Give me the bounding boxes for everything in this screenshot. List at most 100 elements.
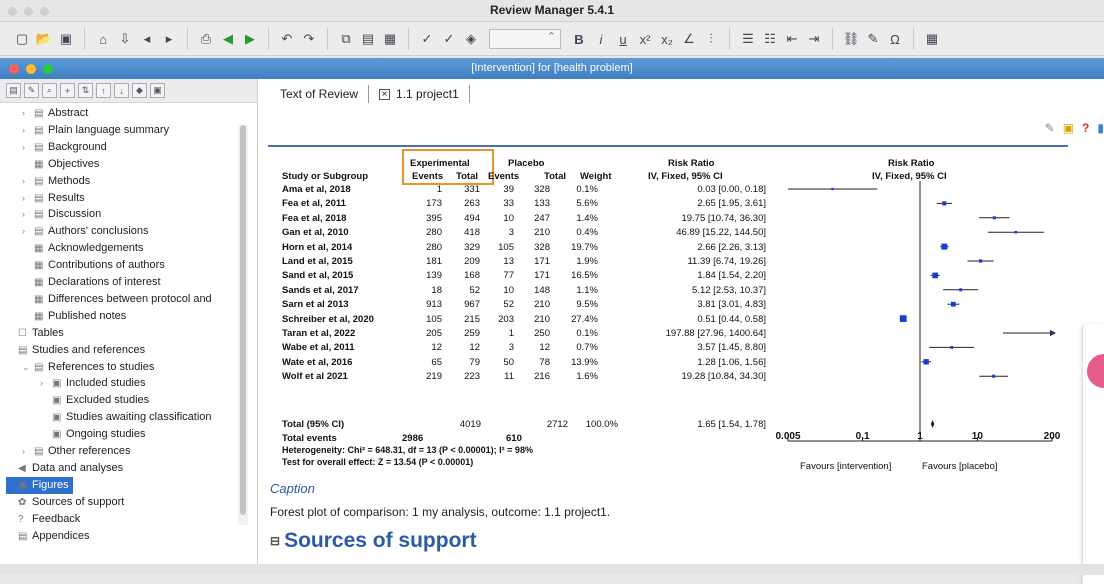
sidebar-item-contributions-of-authors[interactable]: ▦ Contributions of authors	[22, 257, 165, 274]
table-cell-e-total: 967	[464, 299, 480, 311]
arrow-left-icon[interactable]: ◀	[218, 29, 238, 49]
sidebar-item-references-to-studies[interactable]: ⌄ ▤ References to studies	[22, 359, 154, 376]
sidebar-item-studies-and-references[interactable]: ▤ Studies and references	[6, 342, 145, 359]
sidebar-item-excluded-studies[interactable]: ▣ Excluded studies	[40, 392, 149, 409]
style-select[interactable]: ⌃	[489, 29, 561, 49]
sidebar-item-ongoing-studies[interactable]: ▣ Ongoing studies	[40, 426, 146, 443]
table-cell-rr-text: 46.89 [15.22, 144.50]	[676, 227, 766, 239]
sidebar-item-discussion[interactable]: › ▤ Discussion	[22, 206, 101, 223]
sources-of-support-heading[interactable]: ⊟ Sources of support	[270, 529, 477, 553]
table-cell-e-events: 105	[426, 313, 442, 325]
spellcheck-auto-icon[interactable]: ✓	[439, 29, 459, 49]
underline-icon[interactable]: u	[613, 29, 633, 49]
sidebar-item-sources-of-support[interactable]: ✿ Sources of support	[6, 494, 124, 511]
arrow-right-icon[interactable]: ▶	[240, 29, 260, 49]
tab-text-of-review[interactable]: Text of Review	[270, 85, 370, 103]
sidebar-item-background[interactable]: › ▤ Background	[22, 139, 107, 156]
info-icon[interactable]: ▮	[1097, 121, 1104, 135]
home-icon[interactable]: ⌂	[93, 29, 113, 49]
italic-icon[interactable]: i	[591, 29, 611, 49]
note-icon[interactable]: ✎	[863, 29, 883, 49]
sidebar-item-authors-conclusions[interactable]: › ▤ Authors' conclusions	[22, 223, 149, 240]
help-icon[interactable]: ?	[1082, 121, 1089, 135]
sidebar-item-tables[interactable]: ☐ Tables	[6, 325, 64, 342]
pencil-icon[interactable]: ✎	[1045, 121, 1055, 135]
table-cell-weight: 0.7%	[576, 342, 598, 354]
caption-text[interactable]: Forest plot of comparison: 1 my analysis…	[270, 505, 610, 519]
sidebar-item-appendices[interactable]: ▤ Appendices	[6, 528, 90, 545]
sidebar-find-icon[interactable]: ⌕	[42, 83, 57, 98]
superscript-icon[interactable]: x²	[635, 29, 655, 49]
sidebar-edit-icon[interactable]: ✎	[24, 83, 39, 98]
sidebar-item-feedback[interactable]: ? Feedback	[6, 511, 80, 528]
sidebar-up-icon[interactable]: ↑	[96, 83, 111, 98]
sidebar-item-studies-awaiting-classification[interactable]: ▣ Studies awaiting classification	[40, 409, 212, 426]
bold-icon[interactable]: B	[569, 29, 589, 49]
chevron-icon[interactable]: ›	[22, 173, 34, 190]
link-icon[interactable]: ⛓	[841, 29, 861, 49]
forest-plot-figure[interactable]: Experimental Placebo Risk Ratio Risk Rat…	[276, 149, 1066, 475]
sidebar-note-icon[interactable]: ▣	[150, 83, 165, 98]
sidebar-item-results[interactable]: › ▤ Results	[22, 190, 85, 207]
undo-icon[interactable]: ↶	[277, 29, 297, 49]
tab-project[interactable]: × 1.1 project1	[369, 85, 470, 103]
redo-icon[interactable]: ↷	[299, 29, 319, 49]
sidebar-item-figures[interactable]: ▣ Figures	[6, 476, 73, 494]
open-folder-icon[interactable]: 📂	[34, 29, 54, 49]
align-icon[interactable]: ⫶	[701, 29, 721, 49]
paste-icon[interactable]: ▤	[358, 29, 378, 49]
table-cell-weight: 13.9%	[571, 356, 598, 368]
sidebar-item-acknowledgements[interactable]: ▦ Acknowledgements	[22, 240, 143, 257]
chevron-icon[interactable]: ›	[22, 122, 34, 139]
chevron-icon[interactable]: ⌄	[22, 359, 34, 376]
collapse-icon[interactable]: ⊟	[270, 534, 280, 548]
close-tab-icon[interactable]: ×	[379, 88, 391, 100]
sidebar-item-other-references[interactable]: › ▤ Other references	[22, 443, 131, 460]
chevron-icon[interactable]: ›	[40, 375, 52, 392]
note-icon[interactable]: ▣	[1063, 121, 1074, 135]
sidebar-item-published-notes[interactable]: ▦ Published notes	[22, 308, 126, 325]
forward-small-icon[interactable]: ▸	[159, 29, 179, 49]
sidebar-add-icon[interactable]: +	[60, 83, 75, 98]
table-cell-p-total: 78	[539, 356, 550, 368]
sidebar-item-plain-language-summary[interactable]: › ▤ Plain language summary	[22, 122, 169, 139]
numbered-list-icon[interactable]: ☷	[760, 29, 780, 49]
chevron-icon[interactable]: ›	[22, 190, 34, 207]
outdent-icon[interactable]: ⇤	[782, 29, 802, 49]
sidebar-item-data-and-analyses[interactable]: ◀ Data and analyses	[6, 460, 123, 477]
sidebar-sort-icon[interactable]: ⇅	[78, 83, 93, 98]
spellcheck-icon[interactable]: ✓	[417, 29, 437, 49]
sidebar-item-abstract[interactable]: › ▤ Abstract	[22, 105, 88, 122]
subscript-icon[interactable]: x₂	[657, 29, 677, 49]
chevron-icon[interactable]: ›	[22, 223, 34, 240]
download-icon[interactable]: ⇩	[115, 29, 135, 49]
avatar[interactable]	[1087, 354, 1104, 388]
sidebar-tag-icon[interactable]: ◆	[132, 83, 147, 98]
side-chat-panel[interactable]	[1082, 324, 1104, 584]
sidebar-item-declarations-of-interest[interactable]: ▦ Declarations of interest	[22, 274, 161, 291]
chevron-icon[interactable]: ›	[22, 206, 34, 223]
clipboard-icon[interactable]: ▦	[380, 29, 400, 49]
table-icon[interactable]: ▦	[922, 29, 942, 49]
save-icon[interactable]: ▣	[56, 29, 76, 49]
indent-icon[interactable]: ⇥	[804, 29, 824, 49]
palette-icon[interactable]: ◈	[461, 29, 481, 49]
copy-icon[interactable]: ⧉	[336, 29, 356, 49]
chevron-icon[interactable]: ›	[22, 105, 34, 122]
chevron-icon[interactable]: ›	[22, 443, 34, 460]
sidebar-properties-icon[interactable]: ▤	[6, 83, 21, 98]
omega-icon[interactable]: Ω	[885, 29, 905, 49]
sidebar-scrollbar[interactable]	[238, 125, 248, 525]
clear-format-icon[interactable]: ∠	[679, 29, 699, 49]
print-icon[interactable]: ⎙	[196, 29, 216, 49]
sidebar-item-differences-between-protocol[interactable]: ▦ Differences between protocol and	[22, 291, 212, 308]
total-rr: 1.65 [1.54, 1.78]	[697, 419, 766, 430]
sidebar-item-objectives[interactable]: ▦ Objectives	[22, 156, 99, 173]
bullet-list-icon[interactable]: ☰	[738, 29, 758, 49]
sidebar-item-methods[interactable]: › ▤ Methods	[22, 173, 90, 190]
sidebar-down-icon[interactable]: ↓	[114, 83, 129, 98]
back-icon[interactable]: ◂	[137, 29, 157, 49]
sidebar-item-included-studies[interactable]: › ▣ Included studies	[40, 375, 146, 392]
new-file-icon[interactable]: ▢	[12, 29, 32, 49]
chevron-icon[interactable]: ›	[22, 139, 34, 156]
